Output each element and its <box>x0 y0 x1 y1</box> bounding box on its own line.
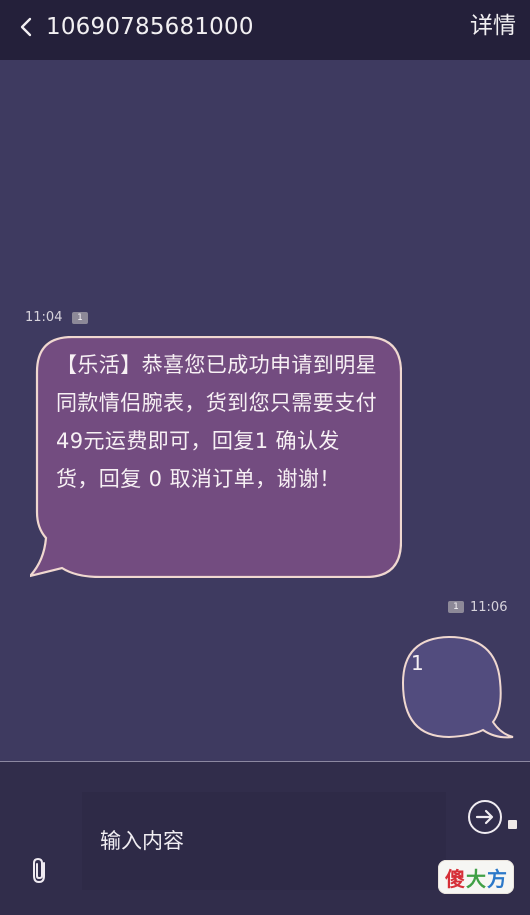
incoming-message-text: 【乐活】恭喜您已成功申请到明星同款情侣腕表，货到您只需要支付49元运费即可，回复… <box>56 353 377 491</box>
site-watermark: 傻 大 方 <box>438 860 514 894</box>
sim-badge-incoming: 1 <box>72 312 88 324</box>
contact-number: 10690785681000 <box>46 14 254 40</box>
outgoing-message-bubble[interactable] <box>395 627 515 739</box>
outgoing-message-text: 1 <box>411 651 424 675</box>
incoming-timestamp: 11:04 <box>25 310 63 325</box>
outgoing-timestamp: 11:06 <box>470 600 508 615</box>
sim-badge-outgoing: 1 <box>448 601 464 613</box>
conversation-header: 10690785681000 详情 <box>0 0 530 60</box>
send-status-indicator <box>508 820 517 829</box>
back-icon[interactable] <box>16 16 38 38</box>
watermark-char-1: 傻 <box>445 866 465 891</box>
watermark-char-2: 大 <box>466 866 486 891</box>
details-button[interactable]: 详情 <box>470 12 516 40</box>
watermark-char-3: 方 <box>487 866 507 891</box>
message-input[interactable] <box>82 792 446 890</box>
paperclip-icon[interactable] <box>29 855 51 885</box>
send-icon[interactable] <box>467 799 503 835</box>
